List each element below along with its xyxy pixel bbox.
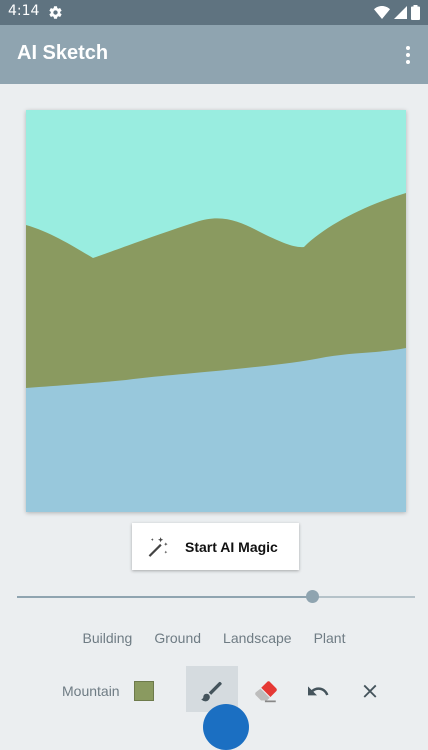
status-icons — [374, 5, 420, 20]
app-title: AI Sketch — [17, 42, 109, 64]
current-color-swatch[interactable] — [134, 681, 154, 701]
slider-fill — [17, 596, 312, 598]
floating-action-button[interactable] — [203, 704, 249, 750]
bottom-toolbar: Mountain — [0, 666, 428, 712]
category-landscape[interactable]: Landscape — [223, 630, 292, 650]
category-building[interactable]: Building — [83, 630, 133, 650]
more-options-icon[interactable] — [400, 43, 416, 67]
start-ai-magic-button[interactable]: Start AI Magic — [132, 523, 299, 570]
brush-icon — [201, 681, 222, 702]
close-icon — [363, 684, 377, 698]
status-bar: 4:14 — [0, 0, 428, 25]
clear-button[interactable] — [344, 666, 396, 712]
current-label: Mountain — [62, 683, 120, 699]
magic-wand-icon — [148, 537, 168, 557]
start-ai-magic-label: Start AI Magic — [185, 538, 278, 555]
settings-gear-icon — [49, 6, 62, 19]
eraser-icon — [255, 681, 277, 703]
brush-size-slider[interactable] — [17, 588, 415, 606]
undo-button[interactable] — [292, 666, 344, 712]
cellular-signal-icon — [394, 6, 407, 19]
category-list: Building Ground Landscape Plant — [0, 630, 428, 650]
category-ground[interactable]: Ground — [154, 630, 201, 650]
category-plant[interactable]: Plant — [314, 630, 346, 650]
undo-icon — [308, 686, 329, 696]
drawing-canvas[interactable] — [26, 110, 406, 512]
slider-thumb[interactable] — [305, 590, 319, 603]
eraser-tool-button[interactable] — [240, 666, 292, 712]
wifi-icon — [374, 6, 390, 19]
app-bar: AI Sketch — [0, 25, 428, 84]
status-time: 4:14 — [8, 3, 40, 19]
battery-icon — [411, 5, 420, 20]
